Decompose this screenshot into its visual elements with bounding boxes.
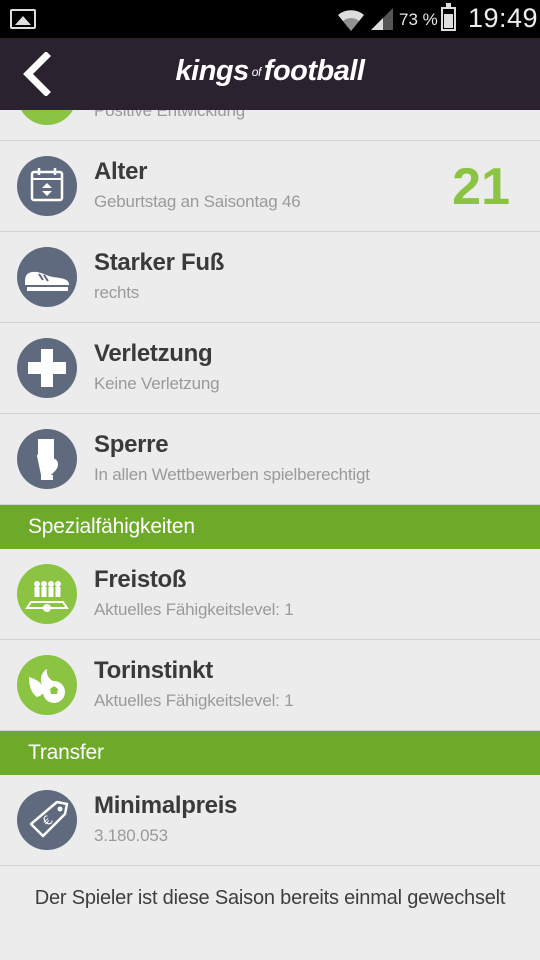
transfer-note: Der Spieler ist diese Saison bereits ein… (34, 887, 506, 909)
logo-of: of (251, 65, 262, 80)
logo-football: football (263, 55, 365, 87)
logo-kings: kings (175, 55, 250, 87)
app-logo: kings of football (0, 55, 540, 88)
wifi-icon (338, 10, 364, 32)
signal-icon (371, 8, 393, 30)
list-item-age[interactable]: Alter Geburtstag an Saisontag 46 21 (0, 141, 540, 232)
list-item-subtitle: 3.180.053 (94, 826, 168, 845)
calendar-icon (17, 156, 77, 216)
list-item-title: Minimalpreis (94, 792, 238, 819)
status-bar: 73 % 19:49 (0, 0, 540, 38)
list-item-development[interactable]: Positive Entwicklung – (0, 110, 540, 141)
list-item-title: Torinstinkt (94, 657, 213, 684)
list-item-subtitle: Geburtstag an Saisontag 46 (94, 192, 301, 211)
list-item-suspension[interactable]: Sperre In allen Wettbewerben spielberech… (0, 414, 540, 505)
price-tag-icon: € (17, 790, 77, 850)
list-item-minimum-price[interactable]: € Minimalpreis 3.180.053 (0, 775, 540, 866)
trend-icon (17, 110, 77, 125)
list-item-injury[interactable]: Verletzung Keine Verletzung (0, 323, 540, 414)
list-item-title: Starker Fuß (94, 249, 225, 276)
svg-text:€: € (40, 813, 56, 829)
medical-cross-icon (17, 338, 77, 398)
section-header-special-skills: Spezialfähigkeiten (0, 505, 540, 549)
list-item-goal-instinct[interactable]: Torinstinkt Aktuelles Fähigkeitslevel: 1 (0, 640, 540, 731)
gallery-icon (10, 9, 36, 29)
shoe-icon (17, 247, 77, 307)
list-item-subtitle: Keine Verletzung (94, 374, 220, 393)
list-item-subtitle: In allen Wettbewerben spielberechtigt (94, 465, 370, 484)
list-item-subtitle: Positive Entwicklung (94, 110, 245, 120)
age-value: 21 (452, 158, 510, 216)
status-clock: 19:49 (468, 3, 539, 33)
free-kick-icon (17, 564, 77, 624)
player-detail-list: Positive Entwicklung – Alter Geburtstag … (0, 110, 540, 913)
app-header: kings of football (0, 38, 540, 110)
battery-icon (441, 3, 456, 31)
list-item-free-kick[interactable]: Freistoß Aktuelles Fähigkeitslevel: 1 (0, 549, 540, 640)
fire-ball-icon (17, 655, 77, 715)
list-item-title: Verletzung (94, 340, 213, 367)
list-item-subtitle: rechts (94, 283, 140, 302)
card-icon (17, 429, 77, 489)
list-item-value: – (483, 110, 512, 124)
list-item-title: Sperre (94, 431, 169, 458)
list-item-subtitle: Aktuelles Fähigkeitslevel: 1 (94, 691, 294, 710)
battery-percentage: 73 % (399, 10, 438, 29)
list-item-strong-foot[interactable]: Starker Fuß rechts (0, 232, 540, 323)
section-header-transfer: Transfer (0, 731, 540, 775)
list-item-subtitle: Aktuelles Fähigkeitslevel: 1 (94, 600, 294, 619)
list-item-title: Alter (94, 158, 148, 185)
list-item-title: Freistoß (94, 566, 187, 593)
